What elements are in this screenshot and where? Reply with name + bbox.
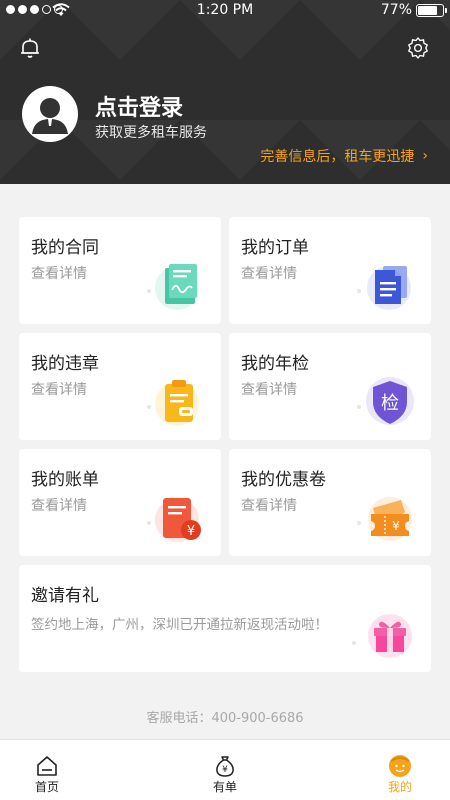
- home-icon: [37, 756, 57, 776]
- customer-service-phone[interactable]: 客服电话：400-900-6686: [0, 707, 450, 726]
- profile-header: 1:20 PM 77% 点击登录 获取更多租车服务 完善信息后，租车更迅捷 ›: [0, 0, 450, 184]
- tab-label: 我的: [387, 780, 412, 794]
- card-title: 我的优惠卷: [241, 470, 326, 490]
- yuan-char: ¥: [222, 765, 228, 775]
- order-document-icon: [367, 266, 411, 310]
- yuan-char: ¥: [392, 519, 400, 533]
- gear-icon[interactable]: [406, 36, 430, 60]
- card-title: 我的合同: [31, 238, 99, 258]
- card-subtitle: 签约地上海，广州，深圳已开通拉新返现活动啦！: [31, 617, 328, 633]
- inspection-shield-icon: 检: [366, 377, 414, 425]
- card-title: 我的订单: [241, 238, 309, 258]
- bottom-tab-bar: 首页 ¥ 有单 我的: [0, 739, 450, 800]
- tab-label: 有单: [212, 780, 237, 794]
- card-title: 邀请有礼: [31, 586, 99, 606]
- card-subtitle: 查看详情: [31, 382, 87, 398]
- my-orders-card[interactable]: 我的订单 查看详情: [229, 217, 431, 324]
- complete-profile-link[interactable]: 完善信息后，租车更迅捷 ›: [260, 146, 428, 166]
- yuan-char: ¥: [187, 524, 195, 539]
- promo-text: 完善信息后，租车更迅捷: [260, 149, 415, 165]
- card-subtitle: 查看详情: [241, 266, 297, 282]
- card-subtitle: 查看详情: [31, 498, 87, 514]
- profile-face-icon: [389, 755, 411, 777]
- login-subtitle: 获取更多租车服务: [95, 125, 207, 141]
- my-inspection-card[interactable]: 我的年检 查看详情 检: [229, 333, 431, 440]
- chevron-right-icon: ›: [422, 148, 428, 164]
- inspection-char: 检: [381, 393, 399, 414]
- coupon-ticket-icon: ¥: [368, 497, 412, 541]
- bell-icon[interactable]: [18, 36, 42, 60]
- battery-percent: 77%: [380, 2, 412, 18]
- contract-icon: [155, 264, 199, 310]
- card-subtitle: 查看详情: [31, 266, 87, 282]
- card-title: 我的账单: [31, 470, 99, 490]
- my-bills-card[interactable]: 我的账单 查看详情 ¥: [19, 449, 221, 556]
- card-title: 我的违章: [31, 354, 99, 374]
- tab-orders[interactable]: ¥ 有单: [195, 740, 255, 800]
- card-subtitle: 查看详情: [241, 498, 297, 514]
- money-bag-icon: ¥: [216, 756, 234, 777]
- gift-box-icon: [368, 614, 412, 658]
- bill-yuan-icon: ¥: [155, 498, 201, 542]
- status-bar: 1:20 PM 77%: [0, 0, 450, 22]
- user-silhouette-icon: [32, 98, 68, 134]
- battery-icon: [416, 4, 447, 17]
- tab-mine[interactable]: 我的: [370, 740, 430, 800]
- login-title[interactable]: 点击登录: [95, 90, 183, 122]
- card-title: 我的年检: [241, 354, 309, 374]
- invite-gift-card[interactable]: 邀请有礼 签约地上海，广州，深圳已开通拉新返现活动啦！: [19, 565, 431, 672]
- tab-home[interactable]: 首页: [17, 740, 77, 800]
- card-subtitle: 查看详情: [241, 382, 297, 398]
- my-violations-card[interactable]: 我的违章 查看详情: [19, 333, 221, 440]
- my-coupons-card[interactable]: 我的优惠卷 查看详情 ¥: [229, 449, 431, 556]
- tab-label: 首页: [34, 780, 59, 794]
- my-contract-card[interactable]: 我的合同 查看详情: [19, 217, 221, 324]
- violation-clipboard-icon: [155, 380, 199, 426]
- avatar[interactable]: [22, 86, 78, 142]
